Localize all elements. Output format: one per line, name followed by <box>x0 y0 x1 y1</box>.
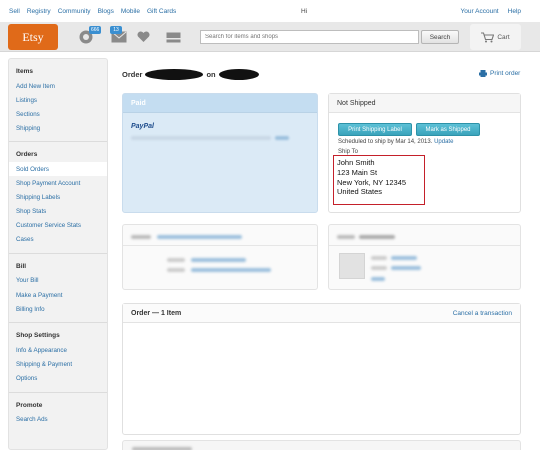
sidebar-section-orders: Orders Sold Orders Shop Payment Account … <box>9 142 107 251</box>
sidebar-item-customer-service-stats[interactable]: Customer Service Stats <box>9 219 107 233</box>
blurred-text <box>131 235 151 239</box>
blurred-card-header <box>329 225 520 246</box>
sidebar-heading: Orders <box>16 151 38 159</box>
sidebar-item-shop-stats[interactable]: Shop Stats <box>9 205 107 219</box>
blurred-text <box>157 235 242 239</box>
cancel-transaction-link[interactable]: Cancel a transaction <box>453 310 512 317</box>
sidebar-item-shop-payment-account[interactable]: Shop Payment Account <box>9 176 107 190</box>
sidebar-item-add-new-item[interactable]: Add New Item <box>9 79 107 93</box>
nav-link-sell[interactable]: Sell <box>9 8 20 15</box>
nav-link-mobile[interactable]: Mobile <box>121 8 140 15</box>
account-links: Your Account Help <box>461 8 521 15</box>
help-link[interactable]: Help <box>508 8 521 15</box>
mark-as-shipped-button[interactable]: Mark as Shipped <box>416 123 480 136</box>
shipping-address: John Smith 123 Main St New York, NY 1234… <box>333 155 425 205</box>
update-link[interactable]: Update <box>434 139 453 145</box>
shop-icon <box>166 32 180 42</box>
top-navigation: Sell Registry Community Blogs Mobile Gif… <box>0 0 540 24</box>
avatar <box>339 253 365 279</box>
search-button[interactable]: Search <box>421 30 459 44</box>
cart-icon <box>481 31 495 42</box>
nav-link-registry[interactable]: Registry <box>27 8 51 15</box>
address-city: New York, NY 12345 <box>337 177 407 187</box>
your-account-link[interactable]: Your Account <box>461 8 499 15</box>
heart-icon <box>136 31 150 42</box>
blurred-text <box>167 258 185 262</box>
sidebar-item-options[interactable]: Options <box>9 371 107 385</box>
address-name: John Smith <box>337 158 375 167</box>
sidebar-item-shipping[interactable]: Shipping <box>9 121 107 135</box>
order-items-title: Order — 1 Item <box>131 310 182 317</box>
blurred-text <box>191 268 271 272</box>
sidebar-item-shipping-payment[interactable]: Shipping & Payment <box>9 357 107 371</box>
scheduled-date: Scheduled to ship by Mar 14, 2013. <box>338 139 433 145</box>
scheduled-ship-text: Scheduled to ship by Mar 14, 2013. Updat… <box>338 139 453 145</box>
shop-sidebar: Items Add New Item Listings Sections Shi… <box>8 58 108 450</box>
redacted-order-date <box>218 69 259 80</box>
order-items-header: Order — 1 Item Cancel a transaction <box>123 304 520 323</box>
paypal-logo: PayPal <box>131 123 154 130</box>
order-label: Order <box>122 70 143 79</box>
redacted-order-number <box>145 69 204 80</box>
nav-link-gift-cards[interactable]: Gift Cards <box>147 8 176 15</box>
order-on-label: on <box>206 70 216 79</box>
nav-link-community[interactable]: Community <box>58 8 91 15</box>
blurred-text <box>391 266 421 270</box>
sidebar-item-search-ads[interactable]: Search Ads <box>9 413 107 427</box>
blurred-payment-details <box>131 136 271 140</box>
blurred-text <box>371 277 385 281</box>
contact-card-blurred <box>328 224 521 290</box>
page-title: Order on <box>122 69 259 80</box>
sidebar-item-cases[interactable]: Cases <box>9 233 107 247</box>
blurred-text <box>167 268 185 272</box>
sidebar-item-billing-info[interactable]: Billing Info <box>9 302 107 316</box>
blurred-text <box>191 258 246 262</box>
sidebar-item-sections[interactable]: Sections <box>9 107 107 121</box>
blurred-text <box>337 235 355 239</box>
sidebar-heading: Promote <box>16 401 43 409</box>
blurred-payment-link <box>275 136 289 140</box>
address-street: 123 Main St <box>337 167 378 177</box>
greeting: Hi <box>301 8 308 15</box>
sidebar-item-make-a-payment[interactable]: Make a Payment <box>9 288 107 302</box>
blurred-text <box>359 235 395 239</box>
print-order-link[interactable]: Print order <box>479 70 520 77</box>
sidebar-section-promote: Promote Search Ads <box>9 393 107 431</box>
sidebar-item-info-appearance[interactable]: Info & Appearance <box>9 343 107 357</box>
sidebar-section-bill: Bill Your Bill Make a Payment Billing In… <box>9 254 107 320</box>
order-items-panel: Order — 1 Item Cancel a transaction <box>122 303 521 435</box>
shipping-panel: Not Shipped Print Shipping Label Mark as… <box>328 93 521 213</box>
shipping-status-title: Not Shipped <box>329 94 520 113</box>
sidebar-heading: Items <box>16 68 33 75</box>
sidebar-heading: Bill <box>16 262 27 270</box>
cart-button[interactable]: Cart <box>470 24 521 50</box>
buyer-card-blurred <box>122 224 318 290</box>
search-input[interactable] <box>200 30 419 44</box>
etsy-logo[interactable]: Etsy <box>8 24 58 50</box>
payment-panel: Paid PayPal <box>122 93 318 213</box>
nav-link-blogs[interactable]: Blogs <box>98 8 114 15</box>
sidebar-heading: Shop Settings <box>16 332 60 340</box>
cart-label: Cart <box>497 33 510 41</box>
blurred-text <box>391 256 417 260</box>
note-from-buyer-panel <box>122 440 521 450</box>
address-country: United States <box>337 187 383 197</box>
sidebar-item-listings[interactable]: Listings <box>9 93 107 107</box>
sidebar-item-your-bill[interactable]: Your Bill <box>9 274 107 288</box>
sidebar-item-shipping-labels[interactable]: Shipping Labels <box>9 191 107 205</box>
print-shipping-label-button[interactable]: Print Shipping Label <box>338 123 412 136</box>
blurred-text <box>371 266 387 270</box>
print-order-label: Print order <box>490 70 521 77</box>
blurred-text <box>371 256 387 260</box>
payment-status-title: Paid <box>123 94 317 113</box>
top-nav-links: Sell Registry Community Blogs Mobile Gif… <box>9 8 176 15</box>
sidebar-section-items: Items Add New Item Listings Sections Shi… <box>9 59 107 139</box>
sidebar-item-sold-orders[interactable]: Sold Orders <box>9 162 107 177</box>
printer-icon <box>479 70 487 77</box>
sidebar-section-shop-settings: Shop Settings Info & Appearance Shipping… <box>9 323 107 389</box>
site-header: Etsy 666 13 Search Cart <box>0 22 540 52</box>
shop-button[interactable] <box>150 24 196 50</box>
